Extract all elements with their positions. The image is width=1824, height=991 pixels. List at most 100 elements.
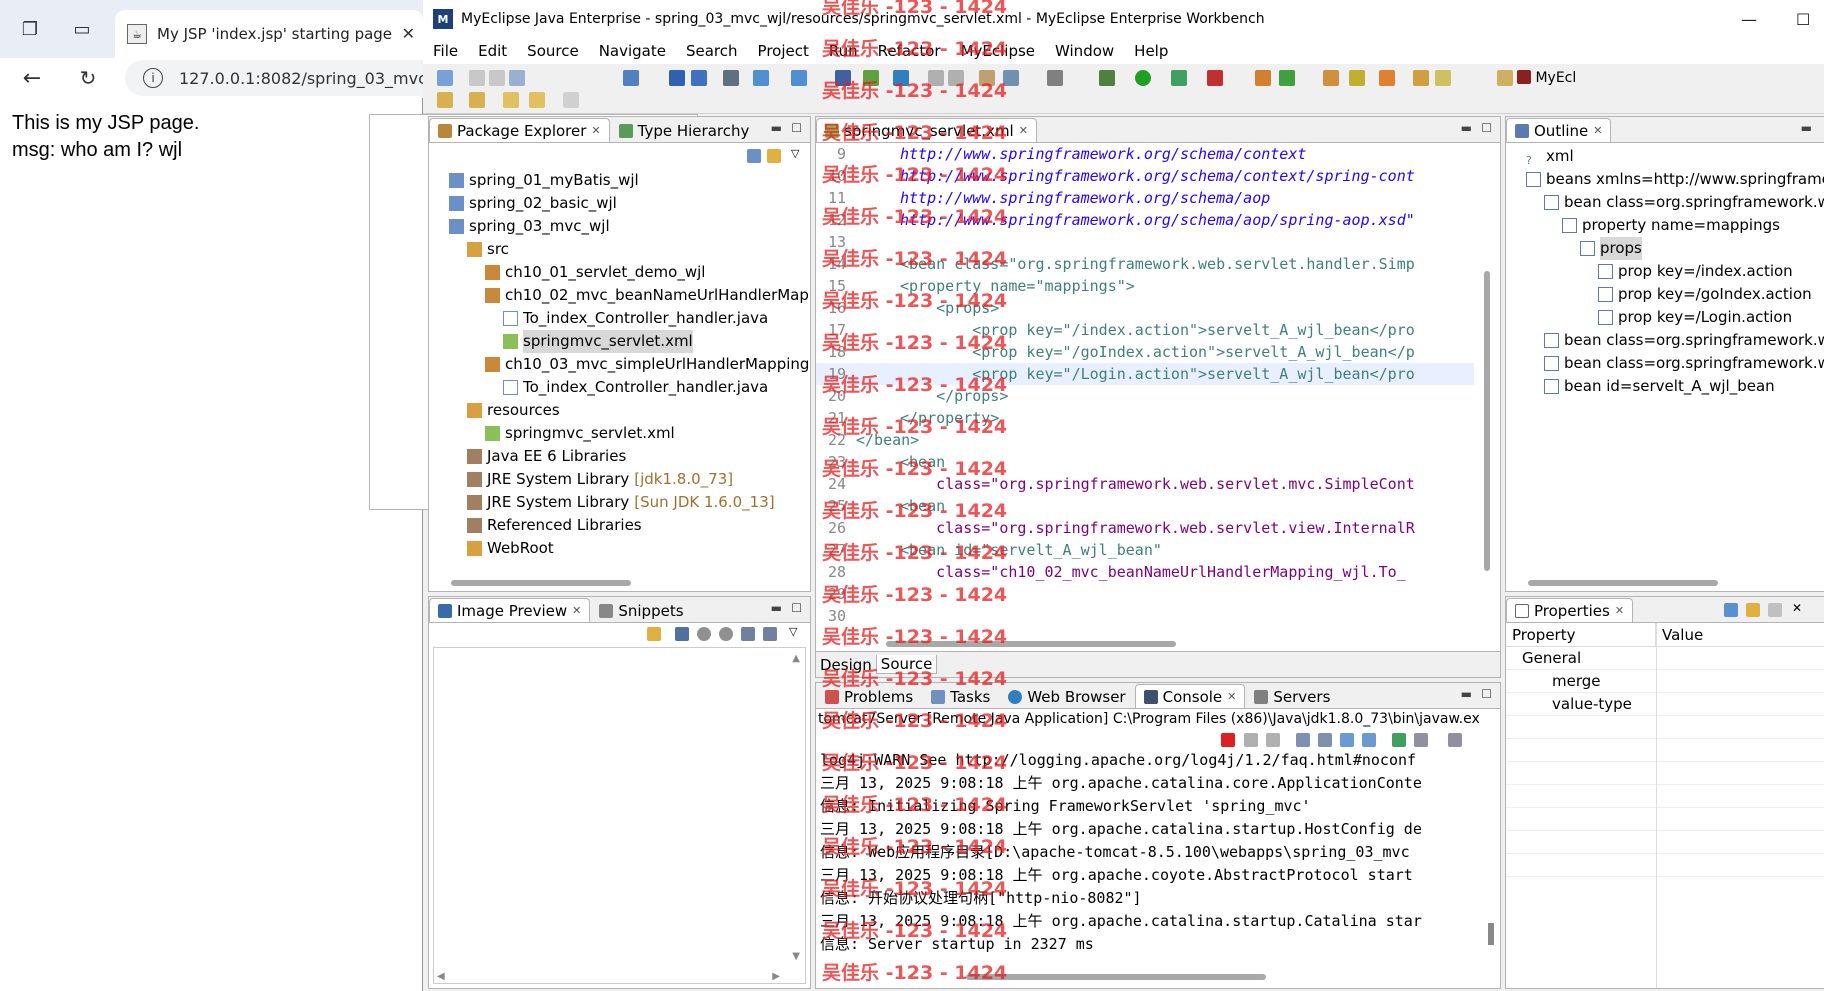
minimize-view-icon[interactable]: ▬: [771, 601, 782, 615]
menu-run[interactable]: Run: [829, 42, 858, 60]
maximize-view-icon[interactable]: ☐: [791, 601, 802, 615]
tab-problems[interactable]: Problems: [816, 684, 922, 708]
scroll-up-icon[interactable]: ▲: [792, 653, 800, 664]
pin-console-icon[interactable]: [1392, 733, 1406, 747]
fullscreen-icon[interactable]: [763, 627, 777, 641]
outline-item[interactable]: bean class=org.springframework.w: [1526, 329, 1824, 352]
tab-image-preview[interactable]: Image Preview ✕: [429, 598, 591, 622]
open-perspective-icon[interactable]: [1497, 70, 1513, 86]
tree-item[interactable]: Referenced Libraries: [449, 514, 809, 537]
tree-item[interactable]: JRE System Library [Sun JDK 1.6.0_13]: [449, 491, 809, 514]
new-class-icon[interactable]: [1255, 70, 1271, 86]
menu-refactor[interactable]: Refactor: [878, 42, 941, 60]
restore-default-icon[interactable]: [1768, 603, 1782, 617]
tree-item[interactable]: spring_03_mvc_wjl: [449, 215, 809, 238]
remove-all-icon[interactable]: [1266, 733, 1280, 747]
outline-item[interactable]: bean class=org.springframework.w: [1526, 352, 1824, 375]
tree-item[interactable]: ch10_02_mvc_beanNameUrlHandlerMap: [449, 284, 809, 307]
maximize-view-icon[interactable]: ☐: [791, 121, 802, 135]
tree-item[interactable]: To_index_Controller_handler.java: [449, 376, 809, 399]
close-tab-icon[interactable]: ✕: [402, 24, 415, 43]
scroll-lock-icon[interactable]: [1318, 733, 1332, 747]
run-server-icon[interactable]: [791, 70, 807, 86]
outline-item[interactable]: property name=mappings: [1526, 214, 1824, 237]
minimize-view-icon[interactable]: ▬: [1461, 121, 1472, 135]
next-annotation-icon[interactable]: [437, 92, 453, 108]
forward-nav-icon[interactable]: [563, 92, 579, 108]
run-icon[interactable]: [1135, 70, 1151, 86]
perspective-myeclipse[interactable]: MyEcl: [1517, 70, 1576, 86]
categories-icon[interactable]: [1724, 603, 1738, 617]
open-console-icon[interactable]: [1448, 733, 1462, 747]
outline-item[interactable]: bean id=servelt_A_wjl_bean: [1526, 375, 1824, 398]
reload-icon[interactable]: ↻: [74, 64, 102, 92]
collapse-icon[interactable]: ▬: [1801, 121, 1812, 135]
horizontal-scrollbar[interactable]: [966, 974, 1266, 980]
close-icon[interactable]: ✕: [591, 124, 600, 137]
view-menu-icon[interactable]: ▽: [791, 147, 799, 160]
outline-item[interactable]: bean class=org.springframework.w: [1526, 191, 1824, 214]
scroll-right-icon[interactable]: ▶: [772, 971, 780, 982]
minimize-icon[interactable]: —: [1741, 10, 1757, 29]
property-row-value-type[interactable]: value-type: [1506, 693, 1824, 716]
tab-servers[interactable]: Servers: [1245, 684, 1339, 708]
open-project-icon[interactable]: [1323, 70, 1339, 86]
maximize-view-icon[interactable]: ☐: [1481, 121, 1492, 135]
sync-icon[interactable]: [948, 70, 964, 86]
terminate-icon[interactable]: [1221, 733, 1235, 747]
tab-outline[interactable]: Outline ✕: [1506, 118, 1612, 142]
menu-navigate[interactable]: Navigate: [599, 42, 666, 60]
property-row-merge[interactable]: merge: [1506, 670, 1824, 693]
horizontal-scrollbar[interactable]: [886, 641, 1176, 647]
globe-icon[interactable]: [893, 70, 909, 86]
menu-help[interactable]: Help: [1134, 42, 1168, 60]
last-edit-icon[interactable]: [503, 92, 519, 108]
actual-size-icon[interactable]: [741, 627, 755, 641]
display-console-icon[interactable]: [1414, 733, 1428, 747]
server-icon[interactable]: [753, 70, 769, 86]
camera-icon[interactable]: [1047, 70, 1063, 86]
tree-item[interactable]: spring_02_basic_wjl: [449, 192, 809, 215]
site-info-icon[interactable]: i: [143, 68, 163, 88]
menu-source[interactable]: Source: [527, 42, 579, 60]
collapse-all-icon[interactable]: [747, 149, 761, 163]
outline-item[interactable]: prop key=/Login.action: [1526, 306, 1824, 329]
save-icon[interactable]: [469, 70, 485, 86]
debug-icon[interactable]: [1099, 70, 1115, 86]
close-icon[interactable]: ✕: [1593, 124, 1602, 137]
show-stderr-icon[interactable]: [1362, 733, 1376, 747]
save-all-icon[interactable]: [489, 70, 505, 86]
tab-snippets[interactable]: Snippets: [590, 598, 692, 622]
remove-launch-icon[interactable]: [1244, 733, 1258, 747]
print-icon[interactable]: [509, 70, 525, 86]
outline-item[interactable]: ? xml: [1526, 145, 1824, 168]
deploy-icon[interactable]: [723, 70, 739, 86]
horizontal-scrollbar[interactable]: [1528, 580, 1718, 586]
browser-tab[interactable]: ☕ My JSP 'index.jsp' starting page ✕: [115, 10, 423, 58]
maximize-icon[interactable]: ☐: [1796, 10, 1810, 29]
view-menu-icon[interactable]: ▽: [789, 625, 797, 638]
outline-item[interactable]: props: [1526, 237, 1824, 260]
fit-icon[interactable]: [675, 627, 689, 641]
close-icon[interactable]: ✕: [572, 604, 581, 617]
close-icon[interactable]: ✕: [1615, 604, 1624, 617]
build-icon[interactable]: [979, 70, 995, 86]
tab-springmvc-servlet-xml[interactable]: springmvc_servlet.xml ✕: [816, 118, 1037, 142]
tree-item[interactable]: src: [449, 238, 809, 261]
web-icon[interactable]: [863, 70, 879, 86]
property-row-general[interactable]: General: [1506, 647, 1824, 670]
show-stdout-icon[interactable]: [1340, 733, 1354, 747]
menu-file[interactable]: File: [433, 42, 458, 60]
filter-icon[interactable]: [1746, 603, 1760, 617]
tab-source[interactable]: Source: [875, 655, 938, 674]
tree-item[interactable]: ch10_01_servlet_demo_wjl: [449, 261, 809, 284]
tree-item[interactable]: springmvc_servlet.xml: [449, 330, 809, 353]
note-icon[interactable]: [1435, 70, 1451, 86]
tree-item[interactable]: springmvc_servlet.xml: [449, 422, 809, 445]
tree-item[interactable]: JRE System Library [jdk1.8.0_73]: [449, 468, 809, 491]
tab-tasks[interactable]: Tasks: [922, 684, 999, 708]
code-area[interactable]: 9 http://www.springframework.org/schema/c…: [816, 143, 1474, 638]
minimize-view-icon[interactable]: ▬: [771, 121, 782, 135]
vertical-scrollbar[interactable]: [1484, 271, 1490, 571]
coverage-icon[interactable]: [1171, 70, 1187, 86]
